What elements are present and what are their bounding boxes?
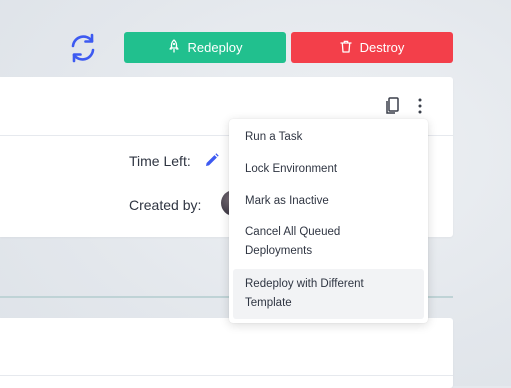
lower-card bbox=[0, 318, 453, 388]
redeploy-label: Redeploy bbox=[187, 40, 243, 55]
time-left-label: Time Left: bbox=[129, 153, 191, 169]
card-divider bbox=[0, 375, 453, 376]
refresh-icon[interactable] bbox=[66, 31, 100, 65]
menu-item-label: Run a Task bbox=[245, 130, 303, 143]
menu-item-run-task[interactable]: Run a Task bbox=[233, 125, 424, 149]
destroy-label: Destroy bbox=[359, 40, 405, 55]
menu-item-label: Lock Environment bbox=[245, 162, 338, 175]
menu-item-label: Mark as Inactive bbox=[245, 194, 329, 207]
menu-item-label: Cancel All Queued Deployments bbox=[245, 226, 341, 257]
redeploy-button[interactable]: Redeploy bbox=[124, 32, 286, 63]
menu-item-lock-environment[interactable]: Lock Environment bbox=[233, 157, 424, 181]
created-by-label: Created by: bbox=[129, 197, 202, 213]
trash-icon bbox=[339, 40, 352, 56]
more-options-icon[interactable] bbox=[411, 95, 429, 117]
menu-item-label: Redeploy with Different Template bbox=[245, 278, 364, 309]
menu-item-mark-inactive[interactable]: Mark as Inactive bbox=[233, 189, 424, 213]
pencil-icon[interactable] bbox=[204, 152, 220, 168]
menu-item-cancel-queued-deployments[interactable]: Cancel All Queued Deployments bbox=[233, 221, 424, 263]
copy-icon[interactable] bbox=[383, 95, 403, 117]
actions-menu: Run a Task Lock Environment Mark as Inac… bbox=[229, 119, 428, 323]
rocket-icon bbox=[168, 39, 180, 56]
destroy-button[interactable]: Destroy bbox=[291, 32, 453, 63]
menu-item-redeploy-different-template[interactable]: Redeploy with Different Template bbox=[233, 269, 424, 319]
